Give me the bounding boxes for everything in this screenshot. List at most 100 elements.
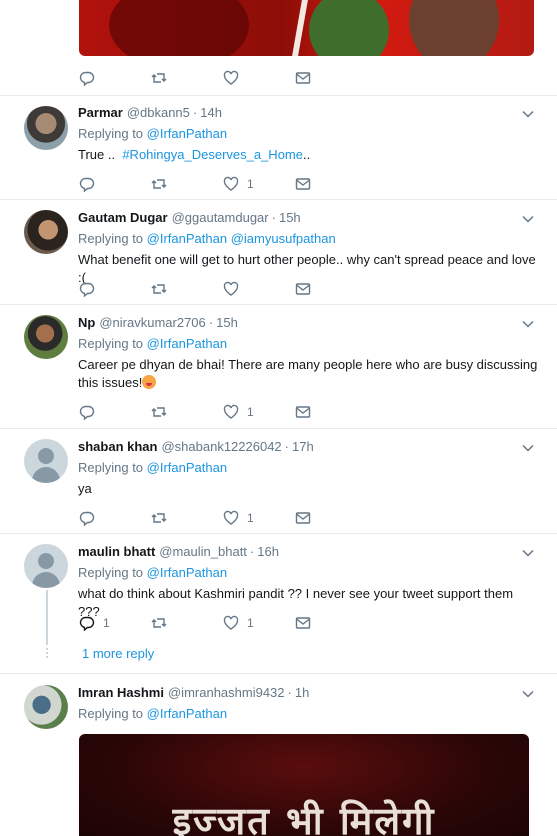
reply-button[interactable]: [79, 174, 95, 194]
direct-message-button[interactable]: [295, 68, 311, 88]
chevron-down-icon[interactable]: [521, 212, 535, 226]
timestamp[interactable]: 1h: [295, 685, 309, 700]
display-name[interactable]: Imran Hashmi: [78, 685, 164, 700]
tweet-text: True .. #Rohingya_Deserves_a_Home..: [78, 147, 311, 162]
like-button[interactable]: 1: [223, 508, 254, 528]
mention-link[interactable]: @IrfanPathan: [147, 460, 227, 475]
mention-link[interactable]: @IrfanPathan: [147, 565, 227, 580]
reply-button[interactable]: [79, 68, 95, 88]
image-caption-text: इज्जत भी मिलेगी: [172, 799, 436, 836]
reply-button[interactable]: [79, 402, 95, 422]
direct-message-icon: [295, 178, 311, 190]
tweet-actions: 1: [79, 174, 379, 194]
mention-link[interactable]: @IrfanPathan: [147, 126, 227, 141]
retweet-button[interactable]: [151, 68, 167, 88]
like-icon: [223, 70, 239, 85]
retweet-icon: [151, 73, 167, 83]
timestamp[interactable]: 17h: [292, 439, 314, 454]
avatar[interactable]: [24, 685, 68, 729]
like-count: 1: [247, 177, 254, 191]
separator-dot: ·: [249, 544, 255, 559]
retweet-button[interactable]: [151, 279, 167, 299]
timestamp[interactable]: 14h: [200, 105, 222, 120]
tweet-actions: 1: [79, 508, 379, 528]
direct-message-button[interactable]: [295, 279, 311, 299]
retweet-button[interactable]: [151, 402, 167, 422]
tweet-actions: 1: [79, 402, 379, 422]
user-handle[interactable]: @ggautamdugar: [172, 210, 269, 225]
replying-to: Replying to @IrfanPathan: [78, 706, 228, 721]
direct-message-button[interactable]: [295, 402, 311, 422]
like-count: 1: [247, 511, 254, 525]
chevron-down-icon[interactable]: [521, 107, 535, 121]
like-button[interactable]: 1: [223, 402, 254, 422]
timestamp[interactable]: 15h: [279, 210, 301, 225]
separator: [0, 304, 557, 305]
reply-icon: [79, 405, 95, 420]
retweet-button[interactable]: [151, 613, 167, 633]
tweet-media-image[interactable]: [79, 0, 534, 56]
chevron-down-icon[interactable]: [521, 441, 535, 455]
tweet-actions: 1 1: [79, 613, 379, 633]
default-avatar[interactable]: [24, 439, 68, 483]
user-handle[interactable]: @maulin_bhatt: [159, 544, 247, 559]
tweet-text: ya: [78, 481, 92, 496]
timestamp[interactable]: 15h: [216, 315, 238, 330]
separator-dot: ·: [192, 105, 198, 120]
reply-icon: [79, 511, 95, 526]
thread-more-dots: [46, 648, 48, 660]
chevron-down-icon[interactable]: [521, 546, 535, 560]
reply-button[interactable]: [79, 508, 95, 528]
direct-message-icon: [295, 406, 311, 418]
like-button[interactable]: [223, 68, 239, 88]
mention-link[interactable]: @iamyusufpathan: [231, 231, 336, 246]
replying-to: Replying to @IrfanPathan: [78, 336, 228, 351]
direct-message-button[interactable]: [295, 613, 311, 633]
retweet-icon: [151, 513, 167, 523]
display-name[interactable]: Gautam Dugar: [78, 210, 168, 225]
reply-icon: [79, 71, 95, 86]
user-handle[interactable]: @dbkann5: [127, 105, 190, 120]
direct-message-button[interactable]: [295, 174, 311, 194]
replying-to: Replying to @IrfanPathan: [78, 460, 228, 475]
like-button[interactable]: 1: [223, 174, 254, 194]
retweet-button[interactable]: [151, 174, 167, 194]
chevron-down-icon[interactable]: [521, 317, 535, 331]
display-name[interactable]: Np: [78, 315, 95, 330]
avatar[interactable]: [24, 315, 68, 359]
timestamp[interactable]: 16h: [257, 544, 279, 559]
reply-icon: [79, 177, 95, 192]
show-more-replies-link[interactable]: 1 more reply: [82, 646, 154, 661]
hashtag-link[interactable]: #Rohingya_Deserves_a_Home: [122, 147, 303, 162]
display-name[interactable]: maulin bhatt: [78, 544, 155, 559]
chevron-down-icon[interactable]: [521, 687, 535, 701]
like-button[interactable]: 1: [223, 613, 254, 633]
like-count: 1: [247, 616, 254, 630]
avatar[interactable]: [24, 106, 68, 150]
like-button[interactable]: [223, 279, 239, 299]
direct-message-button[interactable]: [295, 508, 311, 528]
replying-to: Replying to @IrfanPathan: [78, 126, 228, 141]
user-handle[interactable]: @niravkumar2706: [99, 315, 205, 330]
tweet-media-image[interactable]: इज्जत भी मिलेगी: [79, 734, 529, 836]
replying-to: Replying to @IrfanPathan @iamyusufpathan: [78, 231, 336, 246]
like-icon: [223, 615, 239, 630]
tweet-header: maulin bhatt @maulin_bhatt · 16h: [78, 544, 279, 559]
tweet-header: Np @niravkumar2706 · 15h: [78, 315, 238, 330]
mention-link[interactable]: @IrfanPathan: [147, 706, 227, 721]
display-name[interactable]: shaban khan: [78, 439, 157, 454]
reply-icon: [79, 616, 95, 631]
display-name[interactable]: Parmar: [78, 105, 123, 120]
reply-button[interactable]: 1: [79, 613, 110, 633]
avatar[interactable]: [24, 210, 68, 254]
user-handle[interactable]: @imranhashmi9432: [168, 685, 285, 700]
reply-button[interactable]: [79, 279, 95, 299]
direct-message-icon: [295, 512, 311, 524]
user-handle[interactable]: @shabank12226042: [161, 439, 281, 454]
mention-link[interactable]: @IrfanPathan: [147, 336, 227, 351]
tweet-actions: [79, 68, 379, 88]
retweet-icon: [151, 618, 167, 628]
mention-link[interactable]: @IrfanPathan: [147, 231, 227, 246]
default-avatar[interactable]: [24, 544, 68, 588]
retweet-button[interactable]: [151, 508, 167, 528]
